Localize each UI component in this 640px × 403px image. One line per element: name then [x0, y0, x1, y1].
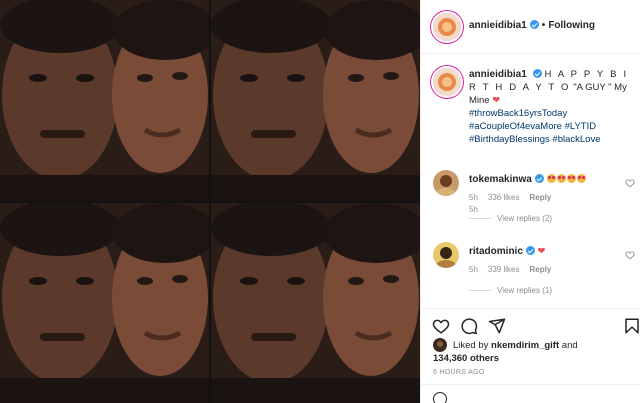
verified-badge-icon: [525, 246, 535, 255]
share-icon[interactable]: [488, 317, 506, 335]
avatar[interactable]: [433, 338, 447, 352]
divider: [469, 218, 491, 220]
comment-icon[interactable]: [460, 317, 478, 335]
divider: [469, 290, 491, 292]
caption-text: annieidibia1 H A P P Y B I R T H D A Y T…: [469, 68, 634, 146]
heart-icon[interactable]: [625, 178, 635, 188]
following-button[interactable]: Following: [548, 20, 595, 31]
liked-by-label: Liked by: [453, 340, 489, 351]
action-bar: [421, 308, 640, 342]
emoji-icon: [567, 174, 577, 183]
post-timestamp[interactable]: 6 HOURS AGO: [433, 369, 485, 376]
liked-by-and: and: [561, 340, 578, 351]
avatar[interactable]: [433, 68, 461, 96]
emoji-icon: [557, 174, 567, 183]
hashtag-line[interactable]: #throwBack16yrsToday: [469, 107, 634, 120]
avatar[interactable]: [433, 170, 459, 196]
post-header: annieidibia1 • Following: [421, 0, 640, 54]
avatar[interactable]: [433, 242, 459, 268]
emoji-icon: [577, 174, 587, 183]
comment-time[interactable]: 5h: [469, 265, 478, 274]
photo-tile: [211, 0, 420, 201]
view-replies-button[interactable]: View replies (1): [469, 286, 552, 295]
emoji-icon: [547, 174, 557, 183]
photo-tile: [0, 0, 209, 201]
photo-tile: [211, 203, 420, 403]
post-panel: annieidibia1 • Following annieidibia1 H A …: [420, 0, 640, 403]
bookmark-icon[interactable]: [623, 317, 640, 335]
reply-button[interactable]: Reply: [529, 193, 551, 202]
view-replies-label: View replies (2): [497, 214, 552, 223]
view-replies-label: View replies (1): [497, 286, 552, 295]
comment-username[interactable]: tokemakinwa: [469, 174, 532, 185]
avatar[interactable]: [433, 13, 461, 41]
comment-bar: [421, 384, 640, 403]
photo-tile: [0, 203, 209, 403]
heart-emoji-icon: ❤: [492, 95, 501, 106]
comment: tokemakinwa 5h 336 likes Reply View replie…: [421, 166, 640, 236]
heart-emoji-icon: ❤: [537, 246, 546, 257]
separator-dot: •: [541, 20, 546, 31]
hashtag-line[interactable]: #BirthdayBlessings #blackLove: [469, 133, 634, 146]
post-photo[interactable]: [0, 0, 420, 403]
heart-icon[interactable]: [432, 317, 450, 335]
liked-by-user[interactable]: nkemdirim_gift: [491, 340, 559, 351]
verified-badge-icon: [534, 174, 544, 183]
comment: ritadominic ❤ 5h 339 likes Reply View repl…: [421, 238, 640, 308]
reply-button[interactable]: Reply: [529, 265, 551, 274]
view-replies-button[interactable]: View replies (2): [469, 214, 552, 223]
comment-likes[interactable]: 339 likes: [488, 265, 520, 274]
caption-username[interactable]: annieidibia1: [469, 69, 527, 80]
comment-likes[interactable]: 336 likes: [488, 193, 520, 202]
heart-icon[interactable]: [625, 250, 635, 260]
likes-count[interactable]: 134,360 others: [433, 353, 499, 364]
emoji-icon[interactable]: [433, 392, 447, 403]
verified-badge-icon: [529, 20, 539, 29]
comment-time[interactable]: 5h: [469, 193, 478, 202]
hashtag-line[interactable]: #aCoupleOf4evaMore #LYTID: [469, 120, 634, 133]
comment-username[interactable]: ritadominic: [469, 246, 523, 257]
post-username[interactable]: annieidibia1: [469, 20, 527, 31]
verified-badge-icon: [532, 69, 542, 78]
